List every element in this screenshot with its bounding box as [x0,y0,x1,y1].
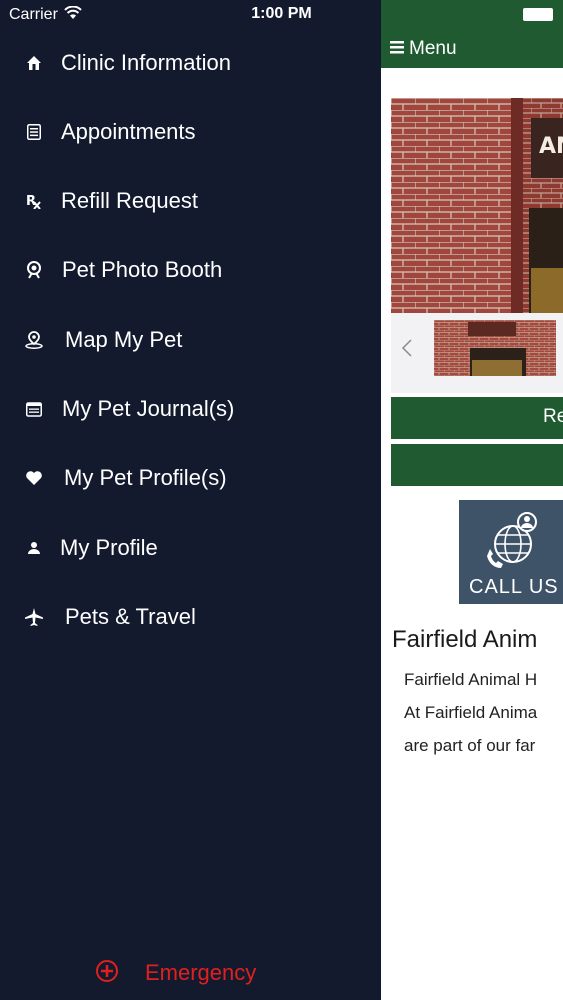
plus-circle-icon [95,959,119,988]
primary-action-button[interactable]: Re [391,397,563,439]
svg-text:R: R [26,194,36,209]
camera-icon [24,260,44,280]
svg-text:AN: AN [539,134,563,159]
call-us-button[interactable]: CALL US [459,500,563,604]
sidebar-item-label: Appointments [61,119,196,144]
journal-icon [24,399,44,419]
heart-icon [24,468,44,488]
sidebar-item-label: Pet Photo Booth [62,257,223,282]
sidebar-item-my-profile[interactable]: My Profile [0,523,381,573]
sidebar-item-label: Clinic Information [61,50,231,75]
sidebar-item-pet-photo-booth[interactable]: Pet Photo Booth [0,245,381,295]
sidebar-item-my-pet-journals[interactable]: My Pet Journal(s) [0,384,381,434]
airplane-icon [24,607,44,627]
sidebar-item-pets-travel[interactable]: Pets & Travel [0,592,381,642]
main-content-panel[interactable]: Menu AN [381,0,563,1000]
sidebar-item-refill-request[interactable]: R Refill Request [0,176,381,226]
secondary-action-button[interactable] [391,444,563,486]
sidebar-item-label: My Pet Journal(s) [62,396,235,421]
paragraph-line: At Fairfield Anima [404,703,538,722]
hamburger-icon [389,39,405,60]
sidebar-item-map-my-pet[interactable]: Map My Pet [0,315,381,365]
sidebar-item-label: Refill Request [61,188,198,213]
sidebar-item-label: Pets & Travel [65,604,196,629]
map-pin-icon [24,330,44,350]
menu-button[interactable]: Menu [389,37,457,61]
sidebar-item-clinic-information[interactable]: Clinic Information [0,38,381,88]
battery-icon [523,8,553,21]
chevron-left-icon[interactable] [401,338,413,364]
primary-action-label: Re [543,406,563,427]
rx-icon: R [24,191,44,211]
globe-phone-icon [481,508,545,577]
sidebar-item-appointments[interactable]: Appointments [0,107,381,157]
status-bar-left: Carrier [9,5,82,25]
thumbnail-strip [391,313,563,393]
sidebar-menu: Carrier Clinic Information Appointments … [0,0,381,1000]
person-icon [24,538,44,558]
thumbnail-image[interactable] [434,320,556,376]
sidebar-item-label: My Pet Profile(s) [64,465,227,490]
clinic-heading: Fairfield Anim [392,626,538,653]
paragraph-line: are part of our far [404,736,536,755]
sidebar-item-label: My Profile [60,535,158,560]
house-icon [24,53,44,73]
menu-label: Menu [409,38,457,59]
clinic-photo[interactable]: AN [391,98,563,313]
carrier-label: Carrier [9,6,58,23]
sidebar-item-my-pet-profiles[interactable]: My Pet Profile(s) [0,453,381,503]
top-bar: Menu [381,0,563,68]
emergency-label: Emergency [145,960,257,985]
sidebar-item-label: Map My Pet [65,327,183,352]
wifi-icon [64,5,82,25]
emergency-button[interactable]: Emergency [95,956,256,990]
call-us-label: CALL US [469,576,559,598]
list-icon [24,122,44,142]
paragraph-line: Fairfield Animal H [404,670,538,689]
